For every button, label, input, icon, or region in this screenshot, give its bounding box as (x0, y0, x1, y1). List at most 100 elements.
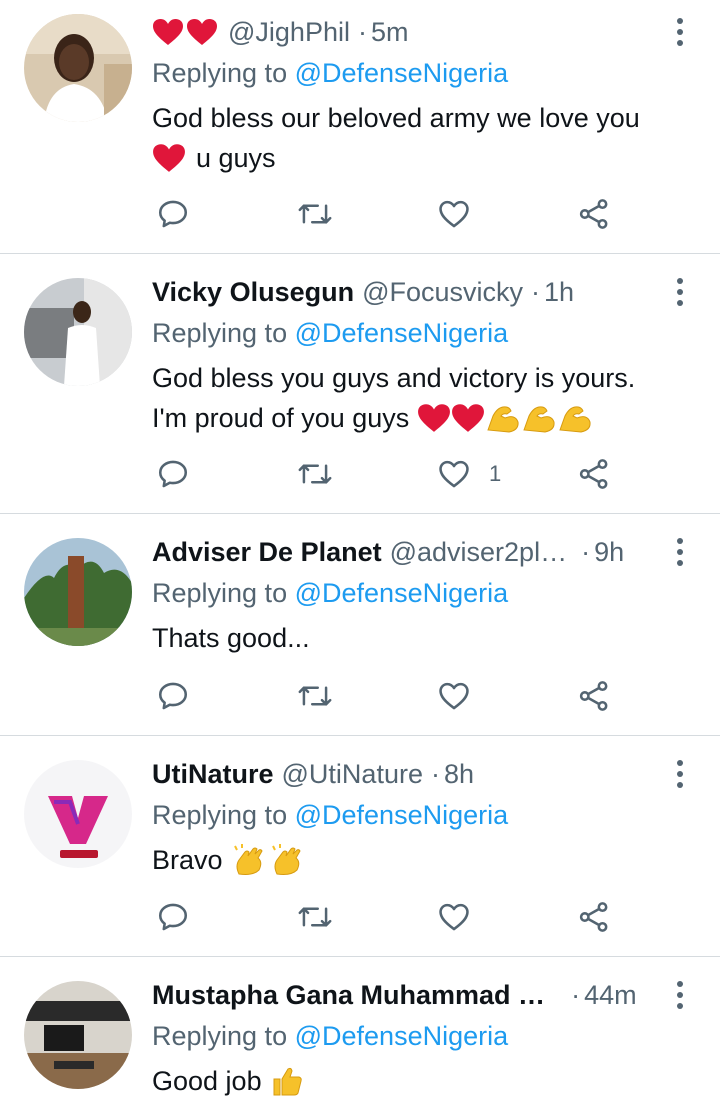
replying-prefix: Replying to (152, 578, 288, 608)
action-bar (0, 676, 720, 716)
avatar[interactable] (24, 981, 132, 1089)
mention-link[interactable]: @DefenseNigeria (295, 800, 509, 830)
share-button[interactable] (577, 676, 611, 716)
tweet-header: @JighPhil · 5m (152, 12, 660, 52)
flexed-biceps-icon (487, 406, 519, 433)
red-heart-icon (452, 404, 485, 432)
display-name[interactable]: Vicky Olusegun (152, 272, 354, 312)
reply-button[interactable] (156, 454, 190, 494)
more-icon[interactable] (670, 756, 690, 792)
like-icon (439, 903, 469, 931)
replying-prefix: Replying to (152, 1021, 288, 1051)
replying-prefix: Replying to (152, 318, 288, 348)
text-line: Thats good... (152, 623, 310, 653)
tweet-header: Vicky Olusegun @Focusvicky · 1h (152, 272, 660, 312)
tweet-4[interactable]: UtiNature @UtiNature · 8h Replying to @D… (0, 736, 720, 957)
mention-link[interactable]: @DefenseNigeria (295, 318, 509, 348)
red-heart-icon (187, 19, 217, 45)
action-bar: 1 (0, 454, 720, 494)
like-icon (439, 460, 469, 488)
avatar[interactable] (24, 760, 132, 868)
tweet-header: Mustapha Gana Muhammad … · 44m (152, 975, 660, 1015)
retweet-icon (298, 686, 332, 706)
timestamp[interactable]: 5m (371, 12, 409, 52)
separator-dot: · (571, 980, 581, 1010)
more-icon[interactable] (670, 977, 690, 1013)
retweet-icon (298, 907, 332, 927)
display-name[interactable]: UtiNature (152, 754, 274, 794)
tweet-text: Bravo (152, 840, 690, 880)
text-line: Bravo (152, 845, 223, 875)
text-line: God bless you guys and victory is yours. (152, 363, 636, 393)
timestamp[interactable]: 9h (594, 532, 624, 572)
like-button[interactable] (437, 897, 471, 937)
replying-to: Replying to @DefenseNigeria (152, 314, 508, 352)
tweet-text: God bless you guys and victory is yours.… (152, 358, 690, 438)
tweet-header: Adviser De Planet @adviser2pl… · 9h (152, 532, 660, 572)
action-bar (0, 194, 720, 234)
tweet-header: UtiNature @UtiNature · 8h (152, 754, 660, 794)
timestamp[interactable]: 44m (584, 975, 637, 1015)
more-icon[interactable] (670, 14, 690, 50)
text-line: God bless our beloved army we love you (152, 103, 640, 133)
share-icon (579, 199, 608, 229)
clapping-hands-icon (271, 844, 301, 875)
replying-to: Replying to @DefenseNigeria (152, 54, 508, 92)
share-button[interactable] (577, 454, 611, 494)
tweet-5[interactable]: Mustapha Gana Muhammad … · 44m Replying … (0, 957, 720, 1096)
retweet-button[interactable] (297, 897, 333, 937)
replying-to: Replying to @DefenseNigeria (152, 574, 508, 612)
retweet-icon (298, 464, 332, 484)
mention-link[interactable]: @DefenseNigeria (295, 578, 509, 608)
like-icon (439, 200, 469, 228)
tweet-text: Thats good... (152, 618, 690, 658)
user-handle[interactable]: @JighPhil (228, 12, 350, 52)
clapping-hands-icon (233, 844, 263, 875)
replying-prefix: Replying to (152, 800, 288, 830)
display-name[interactable]: Mustapha Gana Muhammad … (152, 975, 545, 1015)
more-icon[interactable] (670, 274, 690, 310)
user-handle[interactable]: @adviser2pl… (390, 532, 567, 572)
share-button[interactable] (577, 897, 611, 937)
share-icon (579, 681, 608, 711)
user-handle[interactable]: @UtiNature (282, 754, 423, 794)
reply-icon (158, 200, 188, 228)
retweet-button[interactable] (297, 676, 333, 716)
tweet-3[interactable]: Adviser De Planet @adviser2pl… · 9h Repl… (0, 514, 720, 736)
red-heart-icon (153, 19, 183, 45)
avatar[interactable] (24, 538, 132, 646)
flexed-biceps-icon (523, 406, 555, 433)
retweet-button[interactable] (297, 454, 333, 494)
like-icon (439, 682, 469, 710)
separator-dot: · (531, 277, 541, 307)
replying-to: Replying to @DefenseNigeria (152, 1017, 508, 1055)
reply-button[interactable] (156, 676, 190, 716)
like-button[interactable] (437, 676, 471, 716)
red-heart-icon (153, 144, 185, 172)
red-heart-icon (418, 404, 451, 432)
tweet-text: God bless our beloved army we love you u… (152, 98, 690, 178)
name-emoji (152, 18, 218, 46)
avatar[interactable] (24, 278, 132, 386)
user-handle[interactable]: @Focusvicky (362, 272, 523, 312)
more-icon[interactable] (670, 534, 690, 570)
display-name[interactable]: Adviser De Planet (152, 532, 382, 572)
retweet-button[interactable] (297, 194, 333, 234)
avatar[interactable] (24, 14, 132, 122)
like-count: 1 (489, 461, 502, 486)
tweet-text: Good job (152, 1061, 690, 1096)
mention-link[interactable]: @DefenseNigeria (295, 1021, 509, 1051)
share-icon (579, 459, 608, 489)
separator-dot: · (581, 537, 591, 567)
like-button[interactable]: 1 (437, 454, 501, 494)
reply-button[interactable] (156, 194, 190, 234)
share-button[interactable] (577, 194, 611, 234)
reply-button[interactable] (156, 897, 190, 937)
timestamp[interactable]: 8h (444, 754, 474, 794)
timestamp[interactable]: 1h (544, 272, 574, 312)
mention-link[interactable]: @DefenseNigeria (295, 58, 509, 88)
like-button[interactable] (437, 194, 471, 234)
tweet-2[interactable]: Vicky Olusegun @Focusvicky · 1h Replying… (0, 254, 720, 514)
tweet-1[interactable]: @JighPhil · 5m Replying to @DefenseNiger… (0, 0, 720, 254)
reply-icon (158, 460, 188, 488)
